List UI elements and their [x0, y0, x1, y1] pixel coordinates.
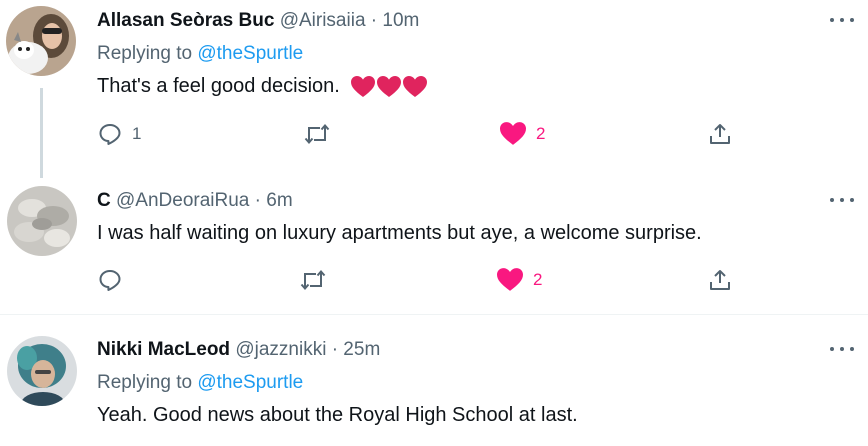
replying-to: Replying to @theSpurtle — [97, 372, 303, 394]
tweet-text-content: That's a feel good decision. — [97, 75, 340, 97]
heart-emoji-group — [351, 75, 428, 98]
handle[interactable]: @AnDeoraiRua — [116, 190, 249, 211]
more-options-icon[interactable] — [830, 195, 854, 205]
reply-icon — [99, 124, 121, 145]
timestamp[interactable]: · 10m — [371, 10, 420, 31]
display-name[interactable]: C — [97, 190, 111, 211]
red-heart-icon — [377, 75, 402, 97]
avatar[interactable] — [7, 336, 77, 406]
red-heart-icon — [403, 75, 428, 97]
tweet-text-content: I was half waiting on luxury apartments … — [97, 222, 702, 244]
retweet-button[interactable] — [303, 122, 331, 146]
display-name[interactable]: Allasan Seòras Buc — [97, 10, 274, 31]
heart-filled-icon — [500, 122, 526, 145]
retweet-icon — [304, 123, 330, 145]
like-button[interactable]: 2 — [500, 122, 545, 146]
like-count: 2 — [533, 270, 543, 289]
handle[interactable]: @Airisaiia — [280, 10, 366, 31]
tweet-header: C @AnDeoraiRua · 6m — [97, 190, 293, 212]
reply-count: 1 — [132, 124, 142, 143]
tweet-header: Allasan Seòras Buc @Airisaiia · 10m — [97, 10, 419, 32]
timestamp[interactable]: · 6m — [255, 190, 293, 211]
mention-link[interactable]: @theSpurtle — [197, 372, 303, 393]
more-options-icon[interactable] — [830, 344, 854, 354]
heart-filled-icon — [497, 268, 523, 291]
tweet-text: That's a feel good decision. — [97, 75, 428, 98]
tweet-text: I was half waiting on luxury apartments … — [97, 222, 702, 244]
handle[interactable]: @jazznikki — [235, 339, 326, 360]
share-icon — [710, 270, 730, 290]
tweet-text: Yeah. Good news about the Royal High Sch… — [97, 404, 578, 426]
retweet-button[interactable] — [299, 268, 327, 292]
avatar[interactable] — [6, 6, 76, 76]
display-name[interactable]: Nikki MacLeod — [97, 339, 230, 360]
red-heart-icon — [351, 75, 376, 97]
more-options-icon[interactable] — [830, 15, 854, 25]
thread-line — [40, 88, 43, 178]
reply-button[interactable] — [98, 268, 132, 292]
avatar[interactable] — [7, 186, 77, 256]
timestamp[interactable]: · 25m — [332, 339, 381, 360]
share-button[interactable] — [708, 268, 732, 292]
share-icon — [710, 124, 730, 144]
tweet-header: Nikki MacLeod @jazznikki · 25m — [97, 339, 380, 361]
like-count: 2 — [536, 124, 546, 143]
replying-to: Replying to @theSpurtle — [97, 43, 303, 65]
reply-icon — [99, 270, 121, 291]
retweet-icon — [300, 269, 326, 291]
reply-button[interactable]: 1 — [98, 122, 141, 146]
tweet-divider — [0, 314, 868, 315]
mention-link[interactable]: @theSpurtle — [197, 43, 303, 64]
like-button[interactable]: 2 — [497, 268, 542, 292]
tweet-text-content: Yeah. Good news about the Royal High Sch… — [97, 404, 578, 426]
replying-to-label: Replying to — [97, 43, 193, 64]
share-button[interactable] — [708, 122, 732, 146]
replying-to-label: Replying to — [97, 372, 193, 393]
